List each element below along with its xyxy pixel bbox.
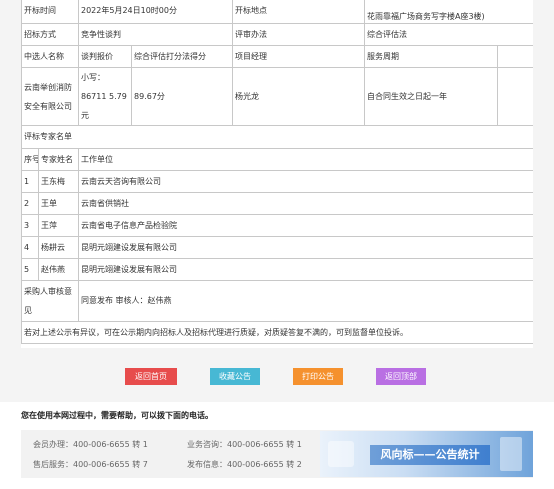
table-row: 3 王萍 云南省电子信息产品检验院 [21,214,533,237]
open-time-label: 开标时间 [21,0,79,24]
header-manager: 项目经理 [232,45,365,68]
expert-no: 2 [21,192,39,215]
table-row: 开标时间 2022年5月24日10时00分 开标地点 花雨靠福广场商务写字楼A座… [21,0,533,24]
expert-no: 3 [21,214,39,237]
winner-period: 自合同生效之日起一年 [364,67,498,126]
statistics-banner[interactable]: 风向标——公告统计 [320,431,533,477]
expert-no: 5 [21,258,39,281]
banner-bars-icon [500,437,522,471]
experts-header-name: 专家姓名 [38,148,79,171]
favorite-button[interactable]: 收藏公告 [210,368,260,385]
winner-name: 云南举创消防安全有限公司 [21,67,79,126]
expert-name: 杨耕云 [38,236,79,259]
expert-unit: 云南省电子信息产品检验院 [78,214,533,237]
winner-manager: 杨光龙 [232,67,365,126]
table-row: 4 杨耕云 昆明元翊建设发展有限公司 [21,236,533,259]
announcement-table: 开标时间 2022年5月24日10时00分 开标地点 花雨靠福广场商务写字楼A座… [21,0,533,344]
expert-unit: 云南云天咨询有限公司 [78,170,533,193]
winner-price: 小写：86711 5.79元 [78,67,132,126]
open-place-value: 花雨靠福广场商务写字楼A座3楼) [364,0,533,24]
open-place-label: 开标地点 [232,0,365,24]
expert-unit: 云南省供销社 [78,192,533,215]
table-row: 云南举创消防安全有限公司 小写：86711 5.79元 89.67分 杨光龙 自… [21,67,533,126]
empty-cell [497,45,533,68]
business-phone: 业务咨询：400-006-6655 转 1 [187,440,302,449]
expert-name: 王单 [38,192,79,215]
purchaser-value: 同意发布 审核人：赵伟燕 [78,280,533,322]
announcement-panel: 开标时间 2022年5月24日10时00分 开标地点 花雨靠福广场商务写字楼A座… [21,0,533,348]
table-row: 招标方式 竞争性谈判 评审办法 综合评估法 [21,23,533,46]
table-row: 采购人审核意见 同意发布 审核人：赵伟燕 [21,280,533,322]
experts-header-no: 序号 [21,148,39,171]
aftersale-phone: 售后服务：400-006-6655 转 7 [33,460,148,469]
expert-unit: 昆明元翊建设发展有限公司 [78,258,533,281]
method-label: 招标方式 [21,23,79,46]
experts-header-unit: 工作单位 [78,148,533,171]
eval-value: 综合评估法 [364,23,533,46]
empty-cell [497,67,533,126]
table-row: 序号 专家姓名 工作单位 [21,148,533,171]
expert-unit: 昆明元翊建设发展有限公司 [78,236,533,259]
publish-phone: 发布信息：400-006-6655 转 2 [187,460,302,469]
help-title: 您在使用本网过程中，需要帮助，可以拨下面的电话。 [21,411,213,420]
eval-label: 评审办法 [232,23,365,46]
print-button[interactable]: 打印公告 [293,368,343,385]
table-row: 5 赵伟燕 昆明元翊建设发展有限公司 [21,258,533,281]
table-row: 评标专家名单 [21,125,533,149]
banner-label: 风向标——公告统计 [370,445,490,465]
table-row: 1 王东梅 云南云天咨询有限公司 [21,170,533,193]
header-winner: 中选人名称 [21,45,79,68]
table-row: 中选人名称 谈判报价 综合评估打分法得分 项目经理 服务周期 [21,45,533,68]
expert-name: 王东梅 [38,170,79,193]
contact-box: 会员办理：400-006-6655 转 1 业务咨询：400-006-6655 … [21,430,533,478]
banner-chart-icon [328,441,354,467]
expert-name: 王萍 [38,214,79,237]
purchaser-label: 采购人审核意见 [21,280,79,322]
notice-text: 若对上述公示有异议，可在公示期内向招标人及招标代理进行质疑，对质疑答复不满的，可… [21,321,533,344]
action-bar: 返回首页 收藏公告 打印公告 返回顶部 [0,368,554,386]
open-time-value: 2022年5月24日10时00分 [78,0,233,24]
header-price: 谈判报价 [78,45,132,68]
expert-no: 4 [21,236,39,259]
help-footer: 您在使用本网过程中，需要帮助，可以拨下面的电话。 会员办理：400-006-66… [0,402,554,489]
header-period: 服务周期 [364,45,498,68]
table-row: 若对上述公示有异议，可在公示期内向招标人及招标代理进行质疑，对质疑答复不满的，可… [21,321,533,344]
method-value: 竞争性谈判 [78,23,233,46]
header-score: 综合评估打分法得分 [131,45,233,68]
table-row: 2 王单 云南省供销社 [21,192,533,215]
winner-score: 89.67分 [131,67,233,126]
back-home-button[interactable]: 返回首页 [125,368,177,385]
expert-name: 赵伟燕 [38,258,79,281]
back-top-button[interactable]: 返回顶部 [376,368,426,385]
member-phone: 会员办理：400-006-6655 转 1 [33,440,148,449]
experts-title: 评标专家名单 [21,125,533,149]
expert-no: 1 [21,170,39,193]
